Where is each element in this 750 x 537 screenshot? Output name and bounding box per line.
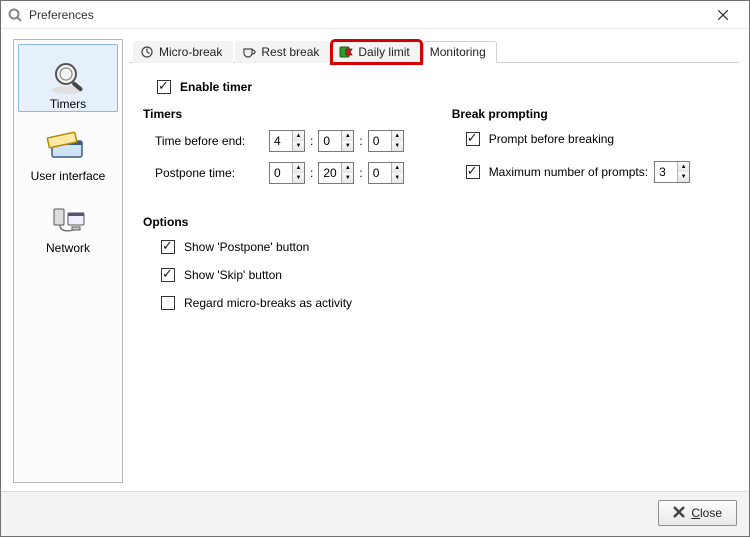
titlebar: Preferences — [1, 1, 749, 29]
tab-label: Daily limit — [358, 45, 409, 59]
max-prompts-spinner[interactable]: ▲▼ — [654, 161, 690, 183]
sidebar-item-label: Network — [46, 241, 90, 255]
sidebar-item-label: Timers — [50, 97, 86, 111]
prompt-before-breaking-label: Prompt before breaking — [489, 132, 614, 146]
network-icon — [46, 203, 90, 239]
show-postpone-checkbox[interactable]: Show 'Postpone' button — [143, 237, 725, 257]
tab-label: Monitoring — [430, 45, 486, 59]
max-prompts-checkbox[interactable]: Maximum number of prompts: — [462, 162, 648, 182]
max-prompts-label: Maximum number of prompts: — [489, 165, 648, 179]
sidebar: Timers User interface — [13, 39, 123, 483]
regard-micro-checkbox[interactable]: Regard micro-breaks as activity — [143, 293, 725, 313]
tab-label: Rest break — [261, 45, 319, 59]
sidebar-item-label: User interface — [31, 169, 106, 183]
sidebar-item-timers[interactable]: Timers — [18, 44, 118, 112]
window-title: Preferences — [29, 8, 94, 22]
show-postpone-label: Show 'Postpone' button — [184, 240, 309, 254]
tab-micro-break[interactable]: Micro-break — [133, 41, 233, 63]
tabs: Micro-break Rest break — [129, 39, 739, 63]
sidebar-item-network[interactable]: Network — [18, 188, 118, 256]
tab-rest-break[interactable]: Rest break — [235, 41, 330, 63]
microbreak-icon — [140, 45, 154, 59]
window-close-button[interactable] — [703, 1, 743, 29]
tab-monitoring[interactable]: Monitoring — [423, 41, 497, 63]
enable-timer-label: Enable timer — [180, 80, 252, 94]
postpone-time-row: Postpone time: ▲▼ : ▲▼ — [143, 161, 404, 185]
enable-timer-checkbox[interactable]: Enable timer — [143, 77, 725, 97]
postpone-time-seconds[interactable]: ▲▼ — [368, 162, 404, 184]
magnifier-icon — [46, 59, 90, 95]
footer: Close — [1, 491, 749, 536]
tab-pane: Enable timer Timers Time before end: ▲▼ — [129, 63, 739, 483]
options-heading: Options — [143, 215, 725, 229]
regard-micro-label: Regard micro-breaks as activity — [184, 296, 352, 310]
time-before-end-minutes[interactable]: ▲▼ — [318, 130, 354, 152]
time-before-end-hours[interactable]: ▲▼ — [269, 130, 305, 152]
dailylimit-icon — [339, 45, 353, 59]
tab-label: Micro-break — [159, 45, 222, 59]
show-skip-label: Show 'Skip' button — [184, 268, 282, 282]
ui-icon — [46, 131, 90, 167]
postpone-time-label: Postpone time: — [143, 166, 261, 180]
postpone-time-hours[interactable]: ▲▼ — [269, 162, 305, 184]
postpone-time-minutes[interactable]: ▲▼ — [318, 162, 354, 184]
preferences-window: Preferences Timers — [0, 0, 750, 537]
close-button-label: Close — [691, 506, 722, 520]
time-before-end-seconds[interactable]: ▲▼ — [368, 130, 404, 152]
time-before-end-row: Time before end: ▲▼ : ▲▼ — [143, 129, 404, 153]
content-area: Micro-break Rest break — [129, 39, 739, 483]
close-button[interactable]: Close — [658, 500, 737, 526]
timers-heading: Timers — [143, 107, 404, 121]
time-before-end-label: Time before end: — [143, 134, 261, 148]
prompt-before-breaking-checkbox[interactable]: Prompt before breaking — [452, 129, 725, 149]
show-skip-checkbox[interactable]: Show 'Skip' button — [143, 265, 725, 285]
sidebar-item-user-interface[interactable]: User interface — [18, 116, 118, 184]
close-icon — [673, 506, 685, 521]
tab-daily-limit[interactable]: Daily limit — [332, 41, 420, 63]
app-icon — [7, 7, 23, 23]
restbreak-icon — [242, 45, 256, 59]
break-prompting-heading: Break prompting — [452, 107, 725, 121]
